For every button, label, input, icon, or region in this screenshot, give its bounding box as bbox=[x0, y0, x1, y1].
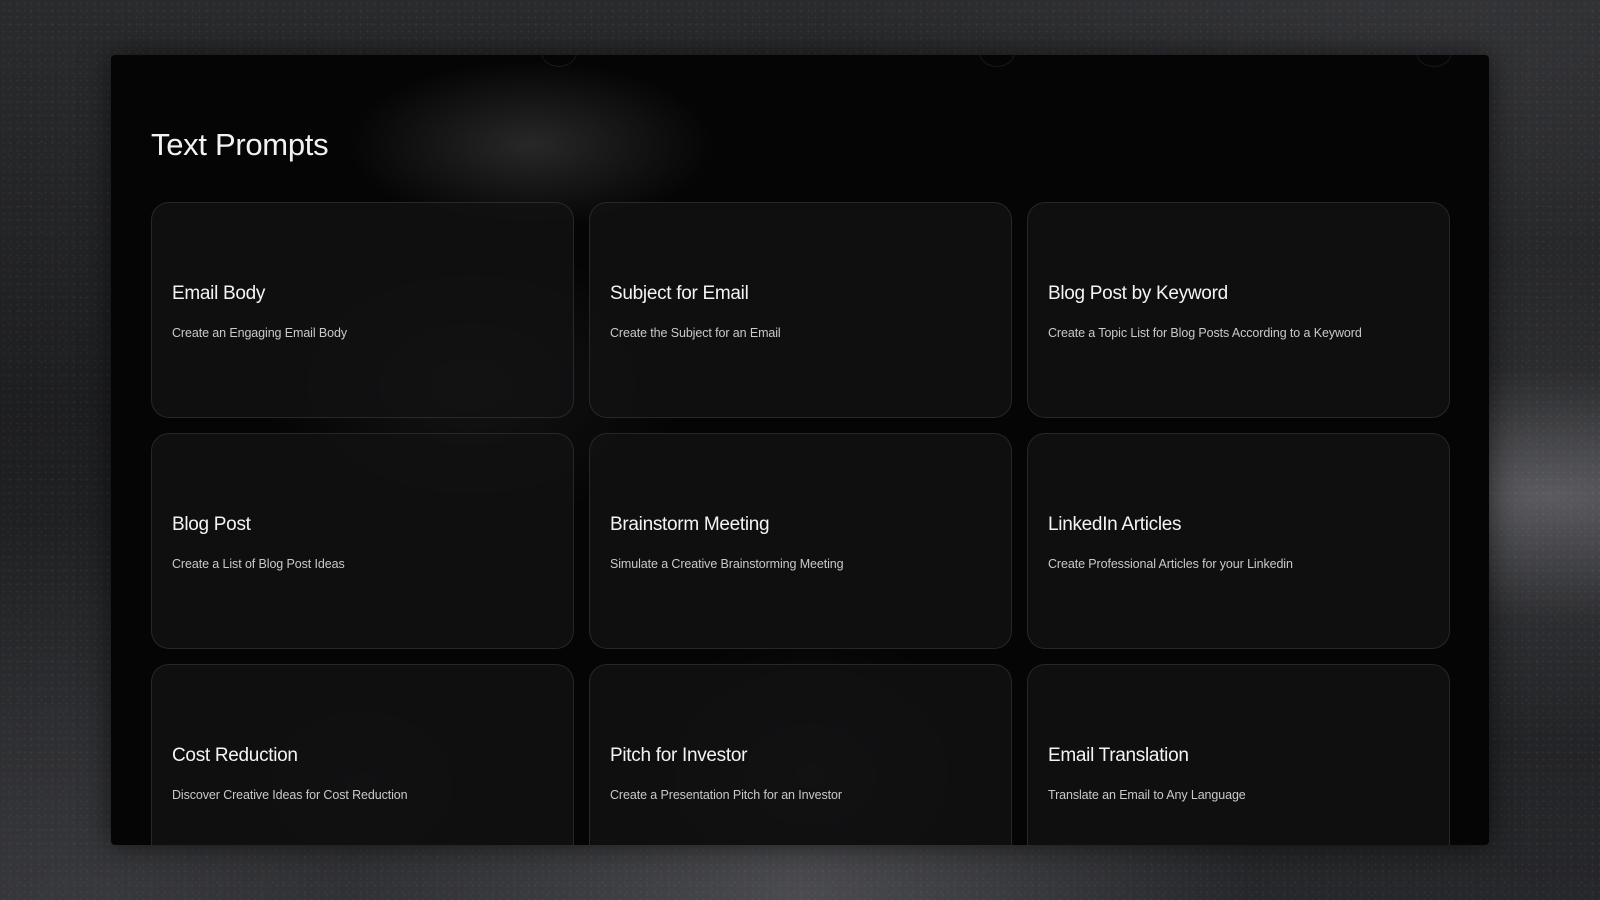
prompt-card-cost-reduction[interactable]: Cost Reduction Discover Creative Ideas f… bbox=[151, 664, 574, 845]
main-panel: Text Prompts Email Body Create an Engagi… bbox=[111, 55, 1489, 845]
card-description: Translate an Email to Any Language bbox=[1048, 788, 1246, 802]
card-description: Create an Engaging Email Body bbox=[172, 326, 347, 340]
card-description: Create a Presentation Pitch for an Inves… bbox=[610, 788, 842, 802]
prompt-card-brainstorm-meeting[interactable]: Brainstorm Meeting Simulate a Creative B… bbox=[589, 433, 1012, 649]
top-edge-decoration bbox=[541, 55, 577, 67]
prompt-card-blog-post[interactable]: Blog Post Create a List of Blog Post Ide… bbox=[151, 433, 574, 649]
prompt-card-subject-for-email[interactable]: Subject for Email Create the Subject for… bbox=[589, 202, 1012, 418]
card-description: Create Professional Articles for your Li… bbox=[1048, 557, 1293, 571]
prompt-card-blog-post-by-keyword[interactable]: Blog Post by Keyword Create a Topic List… bbox=[1027, 202, 1450, 418]
card-title: Pitch for Investor bbox=[610, 745, 748, 766]
card-title: Cost Reduction bbox=[172, 745, 298, 766]
card-title: LinkedIn Articles bbox=[1048, 514, 1182, 535]
top-edge-decoration bbox=[1416, 55, 1452, 67]
prompt-card-email-body[interactable]: Email Body Create an Engaging Email Body bbox=[151, 202, 574, 418]
card-title: Email Body bbox=[172, 283, 266, 304]
card-title: Email Translation bbox=[1048, 745, 1189, 766]
prompt-card-grid: Email Body Create an Engaging Email Body… bbox=[151, 202, 1451, 845]
card-description: Create the Subject for an Email bbox=[610, 326, 781, 340]
card-description: Create a Topic List for Blog Posts Accor… bbox=[1048, 326, 1362, 340]
card-title: Blog Post bbox=[172, 514, 251, 535]
top-edge-decoration bbox=[979, 55, 1015, 67]
card-description: Discover Creative Ideas for Cost Reducti… bbox=[172, 788, 408, 802]
prompt-card-linkedin-articles[interactable]: LinkedIn Articles Create Professional Ar… bbox=[1027, 433, 1450, 649]
prompt-card-email-translation[interactable]: Email Translation Translate an Email to … bbox=[1027, 664, 1450, 845]
card-description: Create a List of Blog Post Ideas bbox=[172, 557, 345, 571]
page-title: Text Prompts bbox=[151, 127, 329, 162]
card-title: Subject for Email bbox=[610, 283, 749, 304]
card-description: Simulate a Creative Brainstorming Meetin… bbox=[610, 557, 844, 571]
card-title: Brainstorm Meeting bbox=[610, 514, 770, 535]
prompt-card-pitch-for-investor[interactable]: Pitch for Investor Create a Presentation… bbox=[589, 664, 1012, 845]
card-title: Blog Post by Keyword bbox=[1048, 283, 1228, 304]
